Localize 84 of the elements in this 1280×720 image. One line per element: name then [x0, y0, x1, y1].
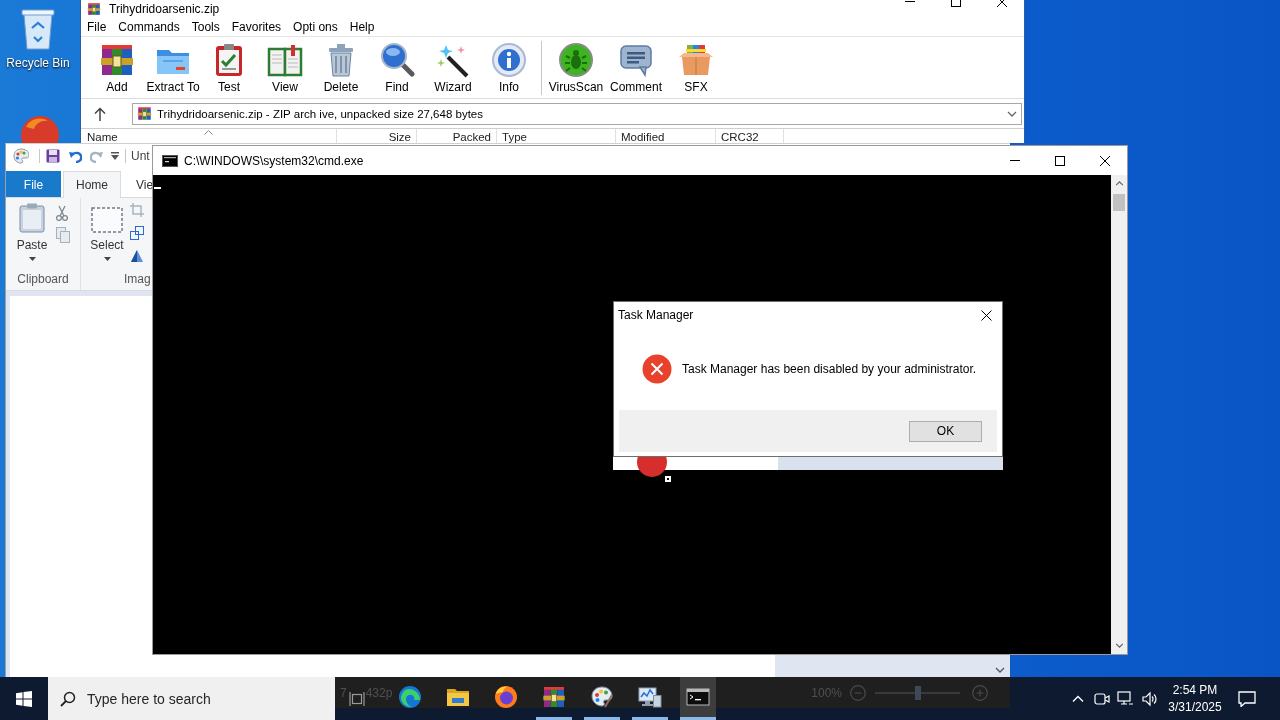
speaker-icon[interactable] [1142, 690, 1158, 707]
toolbar-button[interactable]: View [257, 37, 313, 94]
box-icon [678, 42, 714, 78]
search-icon [379, 42, 415, 78]
bug-icon [558, 42, 594, 78]
error-icon [642, 354, 672, 384]
ribbon-tab[interactable]: Vie [123, 171, 155, 197]
clock[interactable]: 2:54 PM 3/31/2025 [1165, 681, 1225, 716]
archive-icon [137, 106, 152, 121]
window-title: Trihydridoarsenic.zip [109, 2, 220, 16]
task-view-icon[interactable] [349, 691, 365, 706]
notification-icon[interactable] [1238, 690, 1256, 707]
scrollbar-thumb[interactable] [1113, 194, 1125, 211]
window-title: C:\WINDOWS\system32\cmd.exe [184, 153, 364, 168]
dialog-message: Task Manager has been disabled by your administrator. [682, 362, 977, 376]
start-icon[interactable] [16, 690, 32, 707]
books-stack-icon [99, 42, 135, 78]
dropdown-icon[interactable] [111, 151, 119, 160]
flame-globe-icon [494, 685, 518, 709]
scrollbar-track[interactable] [1111, 175, 1127, 654]
palette-icon [13, 147, 29, 164]
open-book-icon [267, 42, 303, 78]
ribbon-tool-button[interactable]: Paste [12, 203, 52, 272]
info-icon [491, 42, 527, 78]
square-marker-icon [665, 476, 671, 482]
window-title: Unt [131, 148, 150, 163]
slider-thumb[interactable] [914, 685, 921, 700]
menu-item[interactable]: Favorites [225, 19, 288, 34]
ribbon-tab[interactable]: Home [63, 171, 121, 198]
menu-item[interactable]: Tools [185, 19, 226, 34]
books-stack-icon [542, 685, 566, 709]
taskbar-app-button[interactable] [680, 677, 716, 720]
close-icon[interactable] [981, 309, 992, 321]
terminal-icon [686, 685, 710, 709]
toolbar-button[interactable]: Test [201, 37, 257, 94]
ribbon-tool-button[interactable]: Select [87, 203, 127, 272]
resize-icon[interactable] [130, 226, 144, 240]
desktop-shortcut[interactable]: Recycle Bin [2, 6, 74, 70]
browser-icon [398, 685, 422, 709]
chevron-down-icon[interactable] [995, 667, 1005, 673]
toolbar-button[interactable]: SFX [666, 37, 726, 94]
toolbar-button[interactable]: Info [481, 37, 537, 94]
monitor-graph-icon [638, 685, 662, 709]
toolbar-button[interactable]: Delete [313, 37, 369, 94]
menu-item[interactable]: Opti ons [287, 19, 344, 34]
clipboard-icon [19, 203, 45, 233]
menu-item[interactable]: Help [343, 19, 381, 34]
chevron-down-icon [1007, 110, 1017, 117]
toolbar-button[interactable]: Extract To [145, 37, 201, 94]
toolbar-button[interactable]: Find [369, 37, 425, 94]
arrow-up-icon[interactable] [94, 106, 106, 121]
search-field[interactable]: Type here to search [48, 677, 335, 720]
network-icon[interactable] [1117, 690, 1133, 707]
chevron-down-icon[interactable] [1114, 643, 1124, 648]
menu-item[interactable]: File [81, 19, 113, 34]
group-label: Clipboard [17, 272, 69, 288]
speech-bubble-icon [618, 42, 654, 78]
camera-icon[interactable] [1094, 690, 1110, 707]
toolbar-button[interactable]: VirusScan [546, 37, 606, 94]
terminal-icon [162, 154, 178, 167]
circle-fragment-icon [637, 457, 667, 477]
sort-caret-icon [204, 130, 213, 135]
search-icon [60, 691, 76, 707]
dashed-rectangle-icon [91, 207, 123, 233]
caret-icon [103, 257, 111, 261]
caret-icon [28, 257, 36, 261]
menu-item[interactable]: Commands [112, 19, 186, 34]
palette-icon [590, 685, 614, 709]
close-icon[interactable] [1100, 155, 1110, 166]
file-menu-button[interactable]: File [6, 171, 61, 197]
maximize-icon[interactable] [1055, 155, 1065, 166]
rotate-icon[interactable] [130, 249, 144, 263]
toolbar-button[interactable]: Comment [606, 37, 666, 94]
close-icon[interactable] [997, 0, 1007, 7]
books-stack-icon [87, 2, 101, 16]
path-dropdown[interactable]: Trihydridoarsenic.zip - ZIP arch ive, unpacked size 27,648 bytes [132, 102, 1022, 125]
dialog-button[interactable]: OK [909, 420, 982, 442]
dialog-title: Task Manager [618, 308, 694, 322]
maximize-icon[interactable] [951, 0, 961, 7]
recycle-bin-icon [18, 6, 58, 50]
toolbar-button[interactable]: Wizard [425, 37, 481, 94]
scissors-icon[interactable] [56, 205, 68, 221]
group-label: Imag [124, 272, 151, 288]
toolbar-button[interactable]: Add [89, 37, 145, 94]
